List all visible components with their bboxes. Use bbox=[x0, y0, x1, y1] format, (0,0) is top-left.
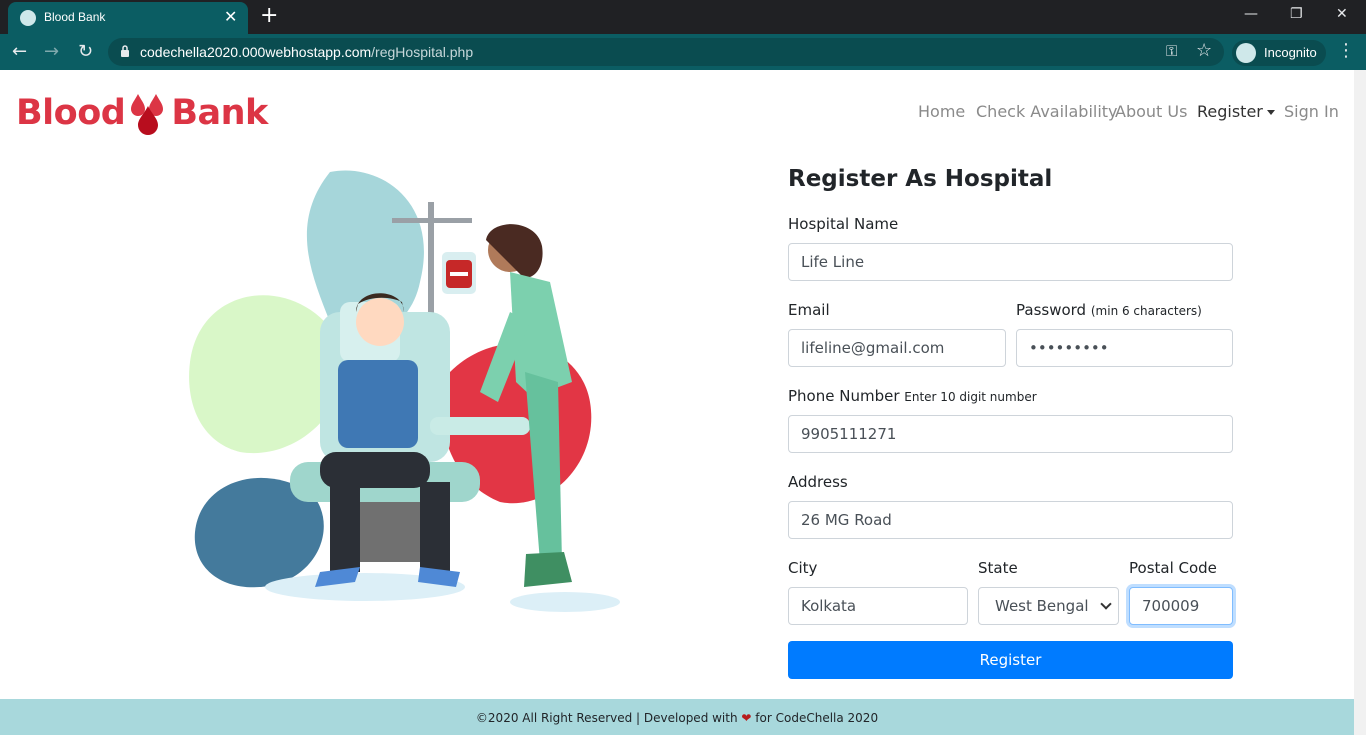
new-tab-icon[interactable]: + bbox=[260, 4, 278, 28]
password-hint: (min 6 characters) bbox=[1090, 304, 1202, 318]
page-content: Blood Bank Home Check Availability About… bbox=[0, 70, 1354, 735]
url-host: codechella2020.000webhostapp.com bbox=[140, 44, 372, 60]
postal-code-input[interactable]: 700009 bbox=[1129, 587, 1233, 625]
browser-menu-icon[interactable]: ⋮ bbox=[1337, 40, 1355, 61]
state-label: State bbox=[978, 559, 1018, 577]
blood-donation-illustration bbox=[189, 170, 620, 612]
nav-home[interactable]: Home bbox=[918, 102, 965, 121]
forward-icon[interactable]: → bbox=[44, 41, 59, 63]
register-button[interactable]: Register bbox=[788, 641, 1233, 679]
close-window-icon[interactable]: ✕ bbox=[1336, 6, 1348, 22]
password-input[interactable]: ••••••••• bbox=[1016, 329, 1233, 367]
email-input[interactable]: lifeline@gmail.com bbox=[788, 329, 1006, 367]
browser-tab[interactable]: Blood Bank ✕ bbox=[8, 2, 248, 34]
incognito-label: Incognito bbox=[1264, 45, 1317, 60]
lock-icon bbox=[121, 45, 129, 57]
brand-logo[interactable]: Blood Bank bbox=[16, 92, 268, 136]
phone-label: Phone Number Enter 10 digit number bbox=[788, 387, 1037, 405]
form-title: Register As Hospital bbox=[788, 166, 1053, 192]
address-label: Address bbox=[788, 473, 848, 491]
footer-right-text: for CodeChella 2020 bbox=[755, 711, 879, 725]
city-input[interactable]: Kolkata bbox=[788, 587, 968, 625]
nav-sign-in[interactable]: Sign In bbox=[1284, 102, 1339, 121]
close-tab-icon[interactable]: ✕ bbox=[224, 7, 237, 26]
postal-code-label: Postal Code bbox=[1129, 559, 1217, 577]
browser-toolbar: ← → ↻ codechella2020.000webhostapp.com/r… bbox=[0, 34, 1366, 70]
address-input[interactable]: 26 MG Road bbox=[788, 501, 1233, 539]
city-label: City bbox=[788, 559, 818, 577]
brand-text-right: Bank bbox=[171, 93, 268, 133]
phone-hint: Enter 10 digit number bbox=[904, 390, 1037, 404]
url-path: /regHospital.php bbox=[371, 44, 474, 60]
hospital-name-input[interactable]: Life Line bbox=[788, 243, 1233, 281]
footer-text: ©2020 All Right Reserved | Developed wit… bbox=[0, 711, 1354, 725]
incognito-icon bbox=[1236, 43, 1256, 63]
reload-icon[interactable]: ↻ bbox=[78, 41, 93, 63]
phone-input[interactable]: 9905111271 bbox=[788, 415, 1233, 453]
nav-register-dropdown[interactable]: Register bbox=[1197, 102, 1275, 121]
back-icon[interactable]: ← bbox=[12, 41, 27, 63]
incognito-badge[interactable]: Incognito bbox=[1232, 40, 1326, 66]
chevron-down-icon bbox=[1100, 598, 1112, 610]
footer-left-text: ©2020 All Right Reserved | Developed wit… bbox=[475, 711, 738, 725]
brand-text-left: Blood bbox=[16, 93, 126, 133]
minimize-icon[interactable]: — bbox=[1244, 6, 1258, 22]
state-selected-value: West Bengal bbox=[995, 597, 1089, 615]
heart-icon: ❤ bbox=[741, 711, 752, 725]
email-label: Email bbox=[788, 301, 830, 319]
address-bar[interactable]: codechella2020.000webhostapp.com/regHosp… bbox=[108, 38, 1224, 66]
page-scrollbar[interactable] bbox=[1354, 70, 1366, 735]
tab-title: Blood Bank bbox=[44, 10, 106, 24]
password-label: Password (min 6 characters) bbox=[1016, 301, 1202, 319]
browser-tab-bar: Blood Bank ✕ + — ❐ ✕ bbox=[0, 0, 1366, 34]
nav-register-label: Register bbox=[1197, 102, 1263, 121]
blood-drop-icon bbox=[131, 94, 164, 135]
phone-label-text: Phone Number bbox=[788, 387, 900, 405]
key-icon[interactable]: ⚿ bbox=[1166, 42, 1177, 60]
hospital-name-label: Hospital Name bbox=[788, 215, 899, 233]
url-text: codechella2020.000webhostapp.com/regHosp… bbox=[140, 44, 473, 60]
state-select[interactable]: West Bengal bbox=[978, 587, 1119, 625]
footer: ©2020 All Right Reserved | Developed wit… bbox=[0, 699, 1354, 735]
restore-icon[interactable]: ❐ bbox=[1290, 6, 1303, 22]
bookmark-star-icon[interactable]: ☆ bbox=[1196, 40, 1212, 61]
nav-check-availability[interactable]: Check Availability bbox=[976, 102, 1118, 121]
globe-icon bbox=[20, 10, 36, 26]
password-label-text: Password bbox=[1016, 301, 1087, 319]
nav-about-us[interactable]: About Us bbox=[1115, 102, 1187, 121]
caret-down-icon bbox=[1266, 110, 1275, 115]
